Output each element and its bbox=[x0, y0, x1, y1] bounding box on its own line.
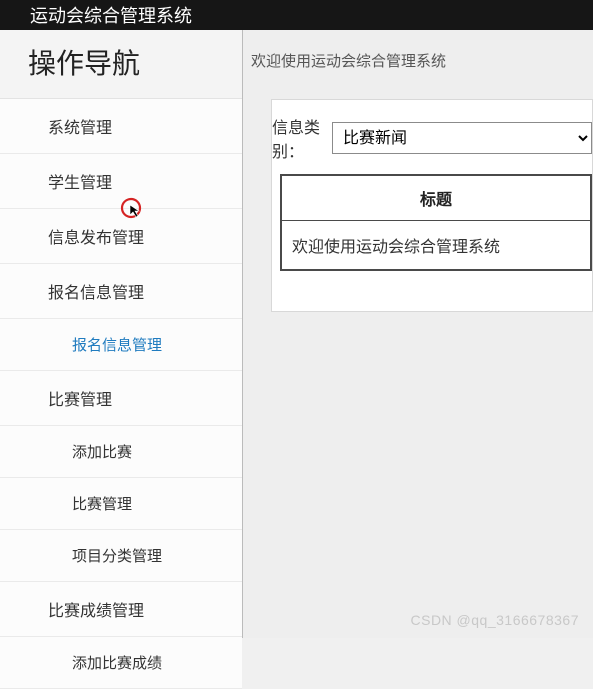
panel: 信息类别： 比赛新闻 标题 欢迎使用运动会综合管理系统 bbox=[271, 99, 593, 312]
nav-list: 系统管理学生管理信息发布管理报名信息管理报名信息管理比赛管理添加比赛比赛管理项目… bbox=[0, 99, 242, 689]
table-row[interactable]: 欢迎使用运动会综合管理系统 bbox=[281, 221, 591, 271]
table-header-title: 标题 bbox=[281, 175, 591, 221]
nav-item-2[interactable]: 信息发布管理 bbox=[0, 209, 242, 264]
nav-item-4[interactable]: 报名信息管理 bbox=[0, 319, 242, 371]
nav-item-0[interactable]: 系统管理 bbox=[0, 99, 242, 154]
sidebar-title: 操作导航 bbox=[0, 30, 242, 99]
nav-item-10[interactable]: 添加比赛成绩 bbox=[0, 637, 242, 689]
content-area: 欢迎使用运动会综合管理系统 信息类别： 比赛新闻 标题 欢迎使用运动会综合管理系… bbox=[243, 30, 593, 638]
app-header: 运动会综合管理系统 bbox=[0, 0, 593, 30]
table-cell-title: 欢迎使用运动会综合管理系统 bbox=[281, 221, 591, 271]
info-category-select[interactable]: 比赛新闻 bbox=[332, 122, 592, 154]
app-title: 运动会综合管理系统 bbox=[30, 2, 192, 28]
data-table: 标题 欢迎使用运动会综合管理系统 bbox=[280, 174, 592, 271]
filter-row: 信息类别： 比赛新闻 bbox=[254, 114, 592, 174]
watermark: CSDN @qq_3166678367 bbox=[411, 612, 580, 628]
nav-item-5[interactable]: 比赛管理 bbox=[0, 371, 242, 426]
filter-label: 信息类别： bbox=[272, 114, 326, 162]
nav-item-3[interactable]: 报名信息管理 bbox=[0, 264, 242, 319]
nav-item-8[interactable]: 项目分类管理 bbox=[0, 530, 242, 582]
nav-item-6[interactable]: 添加比赛 bbox=[0, 426, 242, 478]
nav-item-9[interactable]: 比赛成绩管理 bbox=[0, 582, 242, 637]
nav-item-7[interactable]: 比赛管理 bbox=[0, 478, 242, 530]
nav-item-1[interactable]: 学生管理 bbox=[0, 154, 242, 209]
breadcrumb: 欢迎使用运动会综合管理系统 bbox=[243, 30, 593, 79]
sidebar: 操作导航 系统管理学生管理信息发布管理报名信息管理报名信息管理比赛管理添加比赛比… bbox=[0, 30, 243, 638]
